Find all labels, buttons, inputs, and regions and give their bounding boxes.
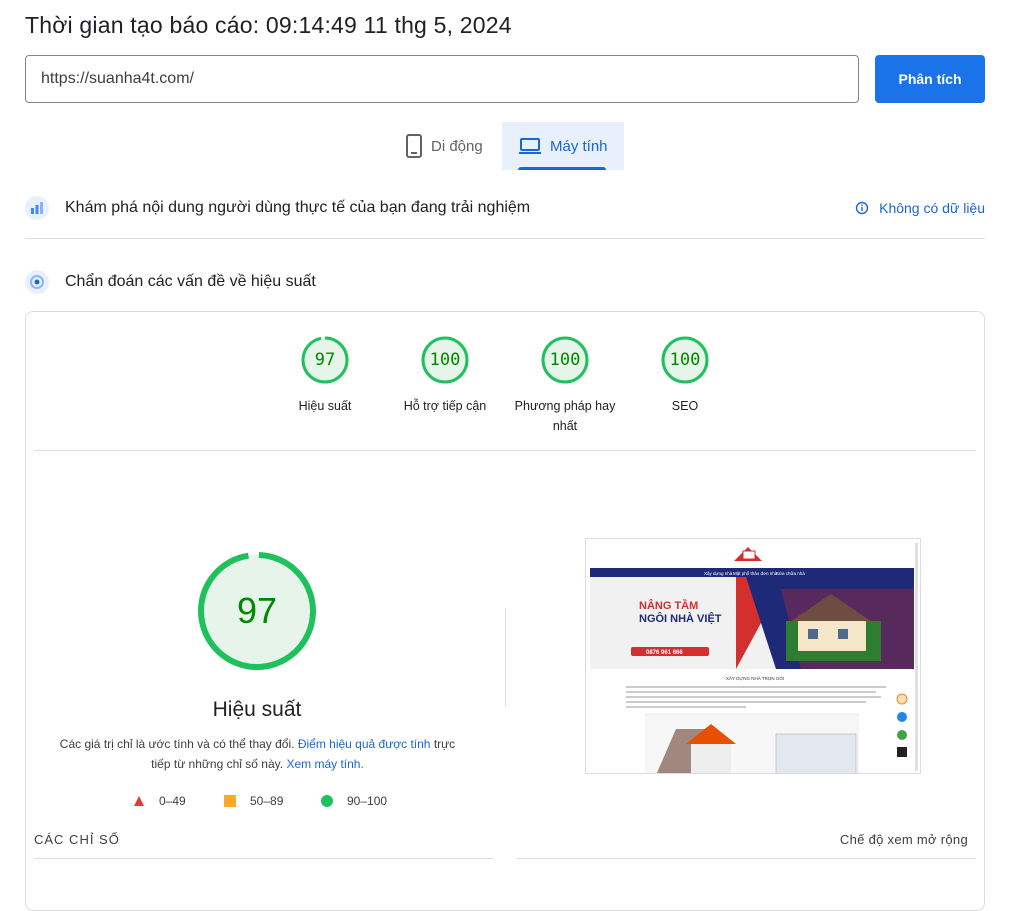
no-data-status[interactable]: Không có dữ liệu: [855, 200, 985, 216]
calculator-link[interactable]: Xem máy tính.: [286, 757, 363, 771]
laptop-icon: [519, 138, 541, 154]
score-label: Hiệu suất: [298, 399, 352, 413]
legend-poor: 0–49: [133, 794, 186, 808]
score-gauge-seo[interactable]: 100 SEO: [625, 336, 745, 416]
performance-score: 97: [236, 590, 278, 631]
screenshot-nav-item: Xây dựng nhà: [704, 571, 733, 576]
note-text: Các giá trị chỉ là ước tính và có thể th…: [59, 737, 295, 751]
screenshot-nav-item: Sửa chữa nhà: [776, 570, 805, 576]
divider: [34, 450, 976, 451]
device-tabs: Di động Máy tính: [0, 122, 1009, 170]
url-input[interactable]: https://suanha4t.com/: [25, 55, 859, 103]
score-value: 97: [314, 350, 336, 370]
divider: [517, 858, 976, 859]
screenshot-headline-2: NGÔI NHÀ VIỆT: [639, 612, 722, 625]
page-screenshot[interactable]: Xây dựng nhà Mặt phố thảo đơn nhà Sửa ch…: [585, 538, 921, 774]
report-title: Thời gian tạo báo cáo: 09:14:49 11 thg 5…: [25, 12, 512, 38]
performance-note: Các giá trị chỉ là ước tính và có thể th…: [55, 734, 460, 774]
legend-label: 90–100: [347, 794, 388, 808]
diagnose-icon: [25, 270, 49, 294]
score-label: Hỗ trợ tiếp cận: [403, 399, 487, 413]
screenshot-section-title: XÂY DỰNG NHÀ TRỌN GÓI: [726, 675, 784, 681]
tab-mobile-label: Di động: [431, 137, 483, 155]
field-data-heading: Khám phá nội dung người dùng thực tế của…: [65, 199, 531, 216]
score-label: SEO: [671, 399, 699, 413]
score-label: Phương pháp hay nhất: [514, 399, 616, 433]
divider: [34, 858, 493, 859]
score-gauge-best-practices[interactable]: 100 Phương pháp hay nhất: [505, 336, 625, 436]
expand-view-toggle[interactable]: Chế độ xem mở rộng: [840, 832, 968, 847]
tab-desktop-label: Máy tính: [550, 137, 608, 155]
circle-icon: [321, 795, 333, 807]
field-data-section: Khám phá nội dung người dùng thực tế của…: [25, 196, 985, 220]
legend-good: 90–100: [321, 794, 387, 808]
divider: [505, 608, 506, 706]
screenshot-phone: 0876 961 666: [646, 650, 683, 656]
screenshot-headline-1: NÂNG TẦM: [639, 599, 698, 612]
metrics-heading: CÁC CHỈ SỐ: [34, 832, 120, 847]
score-gauge-accessibility[interactable]: 100 Hỗ trợ tiếp cận: [385, 336, 505, 416]
tab-active-indicator: [518, 167, 606, 170]
analyze-button[interactable]: Phân tích: [875, 55, 985, 103]
square-icon: [224, 795, 236, 807]
score-value: 100: [429, 350, 461, 370]
performance-label: Hiệu suất: [212, 698, 302, 721]
field-data-icon: [25, 196, 49, 220]
score-value: 100: [669, 350, 701, 370]
legend-label: 0–49: [159, 794, 186, 808]
legend-average: 50–89: [224, 794, 283, 808]
phone-icon: [406, 134, 422, 158]
diagnose-section: Chẩn đoán các vấn đề về hiệu suất: [25, 270, 985, 294]
tab-mobile[interactable]: Di động: [389, 122, 499, 170]
score-calc-link[interactable]: Điểm hiệu quả được tính: [298, 737, 431, 751]
url-input-value: https://suanha4t.com/: [41, 70, 194, 87]
triangle-icon: [134, 796, 144, 806]
score-gauge-performance[interactable]: 97 Hiệu suất: [265, 336, 385, 416]
diagnose-heading: Chẩn đoán các vấn đề về hiệu suất: [65, 273, 316, 290]
divider: [25, 238, 985, 239]
screenshot-image: Xây dựng nhà Mặt phố thảo đơn nhà Sửa ch…: [586, 539, 920, 773]
screenshot-nav-item: Mặt phố thảo đơn nhà: [733, 571, 778, 576]
score-value: 100: [549, 350, 581, 370]
legend-label: 50–89: [250, 794, 284, 808]
no-data-label: Không có dữ liệu: [879, 200, 985, 216]
info-icon: [855, 201, 869, 215]
tab-desktop[interactable]: Máy tính: [502, 122, 624, 170]
